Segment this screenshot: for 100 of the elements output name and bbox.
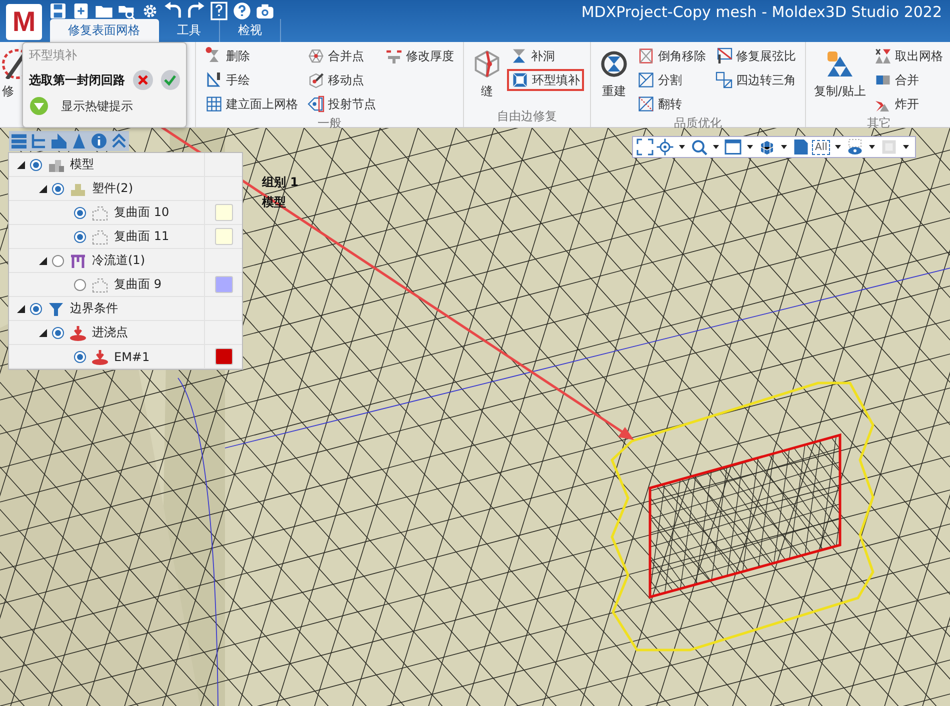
visibility-radio[interactable] bbox=[74, 278, 86, 290]
close-icon bbox=[136, 73, 150, 87]
visibility-radio[interactable] bbox=[52, 326, 64, 338]
ribbon-button[interactable]: 翻转 bbox=[634, 93, 709, 115]
list-icon[interactable] bbox=[10, 132, 28, 150]
node-arrow-icon bbox=[307, 71, 325, 89]
gate-icon bbox=[69, 324, 87, 342]
color-swatch[interactable] bbox=[214, 276, 232, 293]
dashed-shape-icon bbox=[91, 204, 109, 222]
dropdown-caret-icon[interactable] bbox=[713, 145, 719, 149]
tree-item-label[interactable]: 模型 bbox=[70, 156, 94, 173]
info-icon[interactable] bbox=[90, 132, 108, 150]
tree-item-label[interactable]: EM#1 bbox=[114, 350, 150, 364]
tree-item-label[interactable]: 边界条件 bbox=[70, 300, 118, 317]
ribbon-button[interactable]: 取出网格 bbox=[871, 45, 946, 67]
dropdown-caret-icon[interactable] bbox=[781, 145, 787, 149]
visibility-radio[interactable] bbox=[74, 350, 86, 362]
ribbon-tab[interactable]: 修复表面网格 bbox=[50, 19, 159, 42]
pencil-triangle-icon bbox=[205, 71, 223, 89]
visibility-radio[interactable] bbox=[52, 254, 64, 266]
manual-icon[interactable] bbox=[209, 1, 229, 21]
prompt-text: 选取第一封闭回路 bbox=[29, 72, 125, 88]
ribbon-button[interactable]: 建立面上网格 bbox=[202, 93, 301, 115]
color-swatch[interactable] bbox=[214, 348, 232, 365]
visibility-radio[interactable] bbox=[30, 302, 42, 314]
expand-icon[interactable] bbox=[17, 160, 25, 168]
popup-title: 环型填补 bbox=[29, 47, 78, 64]
ribbon-button[interactable]: 四边转三角 bbox=[712, 69, 799, 91]
dropdown-caret-icon[interactable] bbox=[679, 145, 685, 149]
ribbon-button[interactable]: 复制/贴上 bbox=[812, 45, 868, 104]
tree-item-label[interactable]: 塑件(2) bbox=[92, 180, 133, 197]
ribbon-button[interactable]: 合并点 bbox=[304, 45, 379, 67]
tree-item-label[interactable]: 冷流道(1) bbox=[92, 252, 145, 269]
refresh-triangles-icon bbox=[599, 49, 629, 79]
help-icon[interactable] bbox=[232, 1, 252, 21]
square-diagonal-icon bbox=[715, 47, 733, 65]
cube-icon[interactable] bbox=[758, 138, 776, 156]
expand-icon[interactable] bbox=[17, 304, 25, 312]
hexagon-node-icon bbox=[307, 47, 325, 65]
visibility-radio[interactable] bbox=[74, 230, 86, 242]
hexagon-edge-icon bbox=[472, 49, 502, 79]
collapse-icon[interactable] bbox=[110, 132, 128, 150]
ribbon-button[interactable]: 合并 bbox=[871, 69, 946, 91]
ribbon-button[interactable]: 修改厚度 bbox=[382, 45, 457, 67]
dropdown-caret-icon[interactable] bbox=[869, 145, 876, 149]
visibility-radio[interactable] bbox=[52, 182, 64, 194]
ribbon-button[interactable]: 分割 bbox=[634, 69, 709, 91]
visibility-radio[interactable] bbox=[30, 158, 42, 170]
ribbon-button[interactable]: 修复展弦比 bbox=[712, 45, 799, 67]
eye-icon[interactable] bbox=[846, 138, 864, 156]
ribbon-button[interactable]: 手绘 bbox=[202, 69, 301, 91]
triangles-icon bbox=[510, 47, 528, 65]
expand-icon[interactable] bbox=[39, 256, 47, 264]
ribbon-button[interactable]: 炸开 bbox=[871, 93, 946, 115]
target-icon[interactable] bbox=[656, 138, 674, 156]
filter-label[interactable]: All bbox=[812, 140, 830, 154]
color-swatch[interactable] bbox=[214, 204, 232, 221]
tree-item-label[interactable]: 复曲面 10 bbox=[114, 204, 170, 221]
cone-icon[interactable] bbox=[70, 132, 88, 150]
expand-icon[interactable] bbox=[39, 328, 47, 336]
cancel-button[interactable] bbox=[133, 70, 152, 90]
expand-icon[interactable] bbox=[39, 184, 47, 192]
square-cross-icon bbox=[637, 47, 655, 65]
ribbon-button[interactable]: 缝 bbox=[470, 45, 504, 104]
color-swatch[interactable] bbox=[214, 228, 232, 245]
ribbon-button[interactable]: 重建 bbox=[597, 45, 631, 104]
zoom-icon[interactable] bbox=[690, 138, 708, 156]
ribbon-button[interactable]: 补洞 bbox=[507, 45, 584, 67]
two-squares-icon bbox=[715, 71, 733, 89]
ribbon-button[interactable]: 环型填补 bbox=[507, 69, 584, 91]
hotkey-toggle[interactable]: 显示热键提示 bbox=[29, 96, 180, 116]
ribbon-button[interactable]: 移动点 bbox=[304, 69, 379, 91]
gate-icon bbox=[91, 348, 109, 366]
ribbon-button[interactable]: 倒角移除 bbox=[634, 45, 709, 67]
dropdown-caret-icon[interactable] bbox=[903, 145, 910, 149]
check-icon bbox=[163, 73, 178, 87]
ribbon-button[interactable]: 投射节点 bbox=[304, 93, 379, 115]
dashed-shape-icon bbox=[91, 276, 109, 294]
tree-item-label[interactable]: 复曲面 11 bbox=[114, 228, 170, 245]
copy-triangles-icon bbox=[825, 49, 856, 79]
tree-icon[interactable] bbox=[30, 132, 48, 150]
dropdown-caret-icon[interactable] bbox=[747, 145, 753, 149]
grid-icon bbox=[205, 95, 223, 113]
scissors-triangles-icon bbox=[874, 47, 892, 65]
shape-icon[interactable] bbox=[50, 132, 68, 150]
visibility-radio[interactable] bbox=[74, 206, 86, 218]
ribbon-button[interactable]: 删除 bbox=[202, 45, 301, 67]
fit-view-icon[interactable] bbox=[636, 138, 654, 156]
window-icon[interactable] bbox=[724, 138, 742, 156]
square-mesh-icon bbox=[511, 71, 529, 89]
tree-item-label[interactable]: 复曲面 9 bbox=[114, 276, 162, 293]
group-label: 其它 bbox=[866, 115, 892, 132]
app-logo[interactable]: M bbox=[6, 4, 42, 40]
dropdown-caret-icon[interactable] bbox=[835, 145, 842, 149]
page-icon[interactable] bbox=[792, 138, 810, 156]
confirm-button[interactable] bbox=[160, 70, 180, 90]
dashed-shape-icon bbox=[91, 228, 109, 246]
flip-square-icon bbox=[637, 95, 655, 113]
save-icon[interactable] bbox=[48, 1, 68, 21]
tree-item-label[interactable]: 进浇点 bbox=[92, 324, 128, 341]
